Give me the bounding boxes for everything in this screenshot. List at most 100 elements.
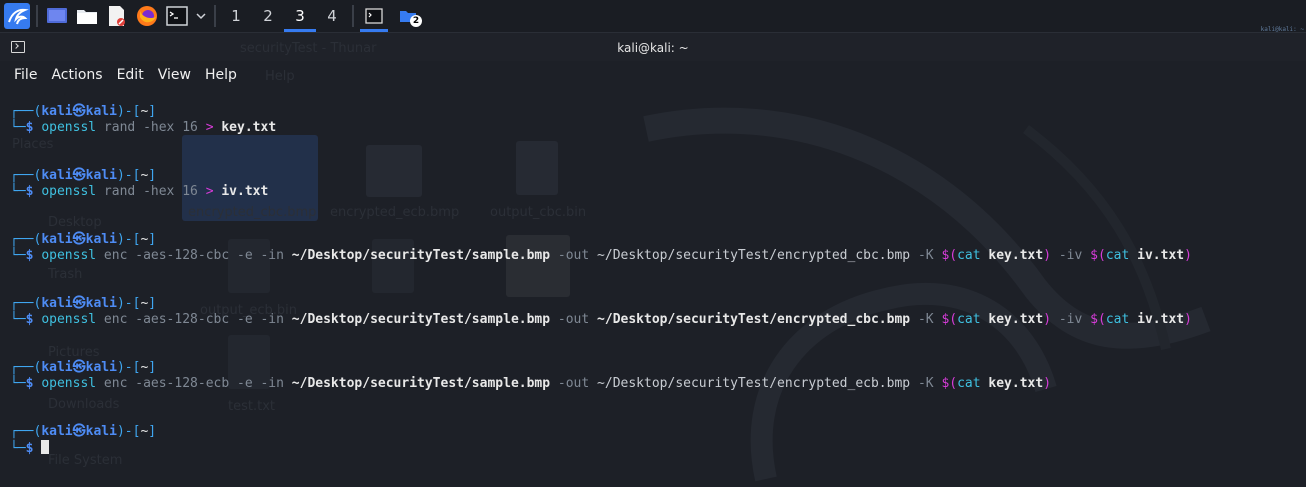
workspace-2[interactable]: 2 — [252, 0, 284, 32]
command-block-current: ┌──(kali㉿kali)-[~] └─$ — [10, 424, 1192, 456]
command-token: iv.txt — [221, 184, 269, 199]
terminal-output[interactable]: ┌──(kali㉿kali)-[~] └─$ openssl rand -hex … — [10, 104, 1192, 456]
command-token: -aes-128-cbc -e -in — [135, 248, 292, 263]
command-name: openssl — [41, 312, 97, 327]
menu-help[interactable]: Help — [198, 67, 244, 83]
command-line: └─$ openssl enc -aes-128-ecb -e -in ~/De… — [10, 376, 1192, 392]
workspace-4[interactable]: 4 — [316, 0, 348, 32]
command-line: └─$ openssl rand -hex 16 > iv.txt — [10, 184, 1192, 200]
prompt-dollar: $ — [25, 248, 42, 263]
command-token: enc — [96, 248, 136, 263]
taskbar-separator — [214, 5, 216, 27]
command-token: ) — [1043, 376, 1052, 391]
text-cursor — [41, 440, 50, 454]
command-block: ┌──(kali㉿kali)-[~] └─$ openssl enc -aes-1… — [10, 296, 1192, 360]
show-desktop-button[interactable] — [42, 1, 72, 31]
terminal-icon — [166, 6, 188, 26]
command-token: -hex 16 — [143, 184, 206, 199]
command-token: key.txt — [988, 312, 1044, 327]
prompt-frame: ] — [148, 168, 157, 183]
command-token: rand — [96, 184, 144, 199]
command-token: $( — [941, 312, 958, 327]
prompt-frame: )-[ — [116, 104, 141, 119]
command-name: openssl — [41, 120, 97, 135]
command-token: $( — [941, 376, 958, 391]
command-name: openssl — [41, 184, 97, 199]
command-block: ┌──(kali㉿kali)-[~] └─$ openssl rand -hex … — [10, 104, 1192, 168]
prompt-host: kali — [85, 360, 117, 375]
prompt-frame: └─ — [10, 184, 26, 199]
command-token: -iv — [1051, 248, 1091, 263]
command-token: ~/Desktop/securityTest/sample.bmp — [291, 376, 551, 391]
prompt-frame: └─ — [10, 120, 26, 135]
command-token: -out — [550, 376, 598, 391]
command-line-current[interactable]: └─$ — [10, 440, 1192, 456]
prompt-frame: └─ — [10, 376, 26, 391]
command-token: ~/Desktop/securityTest/sample.bmp — [291, 312, 551, 327]
chevron-down-icon — [196, 13, 206, 20]
firefox-icon — [137, 6, 157, 26]
menu-actions[interactable]: Actions — [44, 67, 109, 83]
taskbar-separator — [36, 5, 38, 27]
prompt-frame: )-[ — [116, 296, 141, 311]
command-token: iv.txt — [1137, 312, 1185, 327]
command-token: ~/Desktop/securityTest/encrypted_ecb.bmp — [597, 376, 911, 391]
command-token: -out — [550, 248, 598, 263]
prompt-frame: ┌──( — [10, 424, 42, 439]
command-token: key.txt — [221, 120, 277, 135]
menubar: File Actions Edit View Help — [0, 61, 1306, 89]
command-token: iv.txt — [1137, 248, 1185, 263]
workspace-3[interactable]: 3 — [284, 0, 316, 32]
prompt-frame: ] — [148, 424, 157, 439]
terminal-launcher[interactable] — [162, 1, 192, 31]
folder-icon — [77, 10, 97, 24]
command-block: ┌──(kali㉿kali)-[~] └─$ openssl enc -aes-1… — [10, 360, 1192, 424]
menu-edit[interactable]: Edit — [110, 67, 151, 83]
command-token: cat — [1105, 248, 1138, 263]
command-token: key.txt — [988, 248, 1044, 263]
firefox-launcher[interactable] — [132, 1, 162, 31]
command-name: openssl — [41, 376, 97, 391]
prompt-user: kali — [41, 104, 73, 119]
command-token: cat — [957, 248, 989, 263]
prompt-host: kali — [85, 296, 117, 311]
prompt-dollar: $ — [25, 376, 42, 391]
prompt-dollar: $ — [25, 120, 42, 135]
command-token: > — [205, 120, 222, 135]
prompt-frame: └─ — [10, 312, 26, 327]
command-token: -iv — [1051, 312, 1091, 327]
menu-file[interactable]: File — [0, 67, 44, 83]
prompt-frame: └─ — [10, 441, 26, 456]
prompt-user: kali — [41, 296, 73, 311]
prompt-dollar: $ — [25, 312, 42, 327]
command-token: cat — [957, 312, 989, 327]
command-token: ~/Desktop/securityTest/sample.bmp — [291, 248, 551, 263]
command-token: cat — [957, 376, 989, 391]
window-title: kali@kali: ~ — [617, 41, 689, 55]
prompt-frame: ┌──( — [10, 360, 42, 375]
launcher-dropdown[interactable] — [192, 1, 210, 31]
prompt-host: kali — [85, 232, 117, 247]
kali-menu-button[interactable] — [2, 1, 32, 31]
workspace-1[interactable]: 1 — [220, 0, 252, 32]
text-editor-launcher[interactable] — [102, 1, 132, 31]
menu-view[interactable]: View — [151, 67, 198, 83]
command-token: -aes-128-cbc -e -in — [135, 312, 292, 327]
command-block: ┌──(kali㉿kali)-[~] └─$ openssl rand -hex … — [10, 168, 1192, 232]
prompt-at-symbol: ㉿ — [72, 424, 86, 439]
file-manager-launcher[interactable] — [72, 1, 102, 31]
prompt-frame: ┌──( — [10, 168, 42, 183]
window-button-terminal[interactable] — [358, 1, 390, 32]
command-token: ~/Desktop/securityTest/encrypted_cbc.bmp — [597, 312, 911, 327]
command-token: ) — [1184, 312, 1192, 327]
command-token: -K — [910, 376, 942, 391]
text-editor-icon — [109, 6, 125, 26]
command-token: enc — [96, 376, 136, 391]
command-token: ) — [1184, 248, 1192, 263]
command-token: ) — [1043, 312, 1052, 327]
window-titlebar[interactable]: kali@kali: ~ — [0, 33, 1306, 61]
command-token: key.txt — [988, 376, 1044, 391]
window-button-file-manager[interactable]: 2 — [390, 1, 426, 31]
command-token: $( — [1090, 248, 1106, 263]
prompt-user: kali — [41, 232, 73, 247]
